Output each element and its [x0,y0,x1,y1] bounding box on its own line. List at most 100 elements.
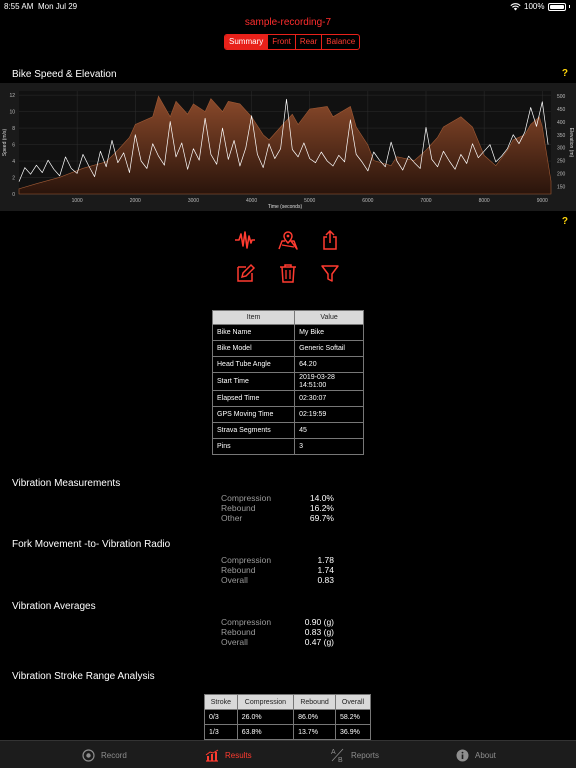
table-row: Strava Segments 45 [211,422,364,439]
start-date: 2019-03-28 [299,373,335,381]
tab-reports-label: Reports [351,750,380,760]
ab-letter-b: B [338,757,343,763]
segment-balance[interactable]: Balance [321,35,359,49]
ab-letter-a: A [331,749,336,756]
tab-record[interactable]: Record [82,741,127,768]
start-clock: 14:51:00 [299,381,327,389]
map-button[interactable] [277,229,299,251]
row-value: 02:19:59 [294,406,364,423]
cell: 63.8% [236,724,295,740]
battery-icon [547,2,566,11]
status-right: 100% [510,2,570,11]
table-row: Elapsed Time 02:30:07 [211,390,364,407]
filter-icon [321,265,339,282]
delete-button[interactable] [277,262,299,284]
stroke-range-title: Vibration Stroke Range Analysis [12,671,155,682]
stroke-range-table: Stroke Compression Rebound Overall 0/3 2… [204,694,371,740]
chart-help-button[interactable]: ? [562,68,568,79]
metric-label: Rebound [221,627,256,637]
header-stroke: Stroke [204,694,238,710]
info-icon [456,749,469,761]
row-value: Generic Softail [294,340,364,357]
cell: 13.7% [293,724,337,740]
actions-help-button[interactable]: ? [562,216,568,227]
action-buttons [228,229,348,287]
waveform-button[interactable] [234,229,256,251]
metric-label: Rebound [221,565,256,575]
vibration-measurements-title: Vibration Measurements [12,478,121,489]
share-button[interactable] [319,229,341,251]
metric-value: 16.2% [309,503,334,513]
y2-tick-label: 500 [557,94,566,100]
table-row: Pins 3 [211,438,364,455]
tab-results[interactable]: Results [205,741,252,768]
table-header-value: Value [294,310,364,325]
tab-bar: Record Results AB Reports About [0,740,576,768]
y2-axis-label: Elevation (m) [568,128,574,158]
speed-elevation-chart: 0 2 4 6 8 10 12 1000 2000 3000 4000 5000 6000 7000 800… [0,83,576,211]
x-tick-label: 3000 [188,198,199,204]
tab-results-label: Results [225,750,252,760]
segment-front[interactable]: Front [267,35,295,49]
y-axis-label: Speed (m/s) [2,129,8,157]
page-title: sample-recording-7 [244,17,332,28]
fork-movement-title: Fork Movement -to- Vibration Radio [12,539,171,550]
table-row: Start Time 2019-03-28 14:51:00 [211,372,364,391]
battery-percent: 100% [524,2,545,11]
segment-summary[interactable]: Summary [225,35,268,49]
table-row: Bike Name My Bike [211,324,364,341]
chart-svg: 0 2 4 6 8 10 12 1000 2000 3000 4000 5000 6000 7000 800… [2,91,574,210]
y-tick-label: 8 [12,126,15,132]
row-label: Strava Segments [211,422,296,439]
cell: 36.9% [335,724,371,740]
metric-label: Compression [221,617,272,627]
y-tick-label: 2 [12,176,15,182]
y-tick-label: 12 [9,93,15,99]
row-label: Elapsed Time [211,390,296,407]
status-time: 8:55 AM [4,2,34,11]
header-rebound: Rebound [293,694,337,710]
tab-about-label: About [475,750,496,760]
cell: 1/3 [204,724,238,740]
table-row: Bike Model Generic Softail [211,340,364,357]
segment-rear[interactable]: Rear [294,35,321,49]
header-overall: Overall [335,694,371,710]
table-row: GPS Moving Time 02:19:59 [211,406,364,423]
results-chart-icon [205,749,219,762]
table-header-item: Item [211,310,296,325]
metric-label: Overall [221,637,248,647]
table-header-row: Item Value [211,310,364,325]
metric-value: 0.83 [317,575,334,585]
waveform-icon [235,231,255,249]
status-bar: 8:55 AM Mon Jul 29 100% [0,0,576,14]
y2-tick-label: 350 [557,133,566,139]
metric-value: 0.47 (g) [304,637,334,647]
metric-row: Rebound 0.83 (g) [220,627,420,637]
metric-label: Rebound [221,503,256,513]
y-tick-label: 0 [12,192,15,198]
tab-about[interactable]: About [456,741,496,768]
cell: 86.0% [293,709,337,725]
row-label: Bike Model [211,340,296,357]
vibration-averages-list: Compression 0.90 (g) Rebound 0.83 (g) Over… [220,617,420,647]
table-row: Head Tube Angle 64.20 [211,356,364,373]
metric-row: Compression 0.90 (g) [220,617,420,627]
y-tick-label: 6 [12,143,15,149]
ab-compare-icon: AB [331,748,344,763]
row-value: 3 [294,438,364,455]
y2-tick-label: 450 [557,107,566,113]
x-tick-label: 6000 [362,198,373,204]
row-label: Head Tube Angle [211,356,296,373]
x-tick-label: 2000 [130,198,141,204]
x-tick-label: 8000 [479,198,490,204]
metric-value: 14.0% [309,493,334,503]
y-tick-label: 10 [9,110,15,116]
filter-button[interactable] [319,262,341,284]
edit-button[interactable] [234,262,256,284]
tab-record-label: Record [101,750,127,760]
table-row: 1/3 63.8% 13.7% 36.9% [204,724,371,740]
tab-reports[interactable]: AB Reports [330,741,379,768]
metric-row: Other 69.7% [220,513,420,523]
cell: 58.2% [335,709,371,725]
x-tick-label: 4000 [246,198,257,204]
